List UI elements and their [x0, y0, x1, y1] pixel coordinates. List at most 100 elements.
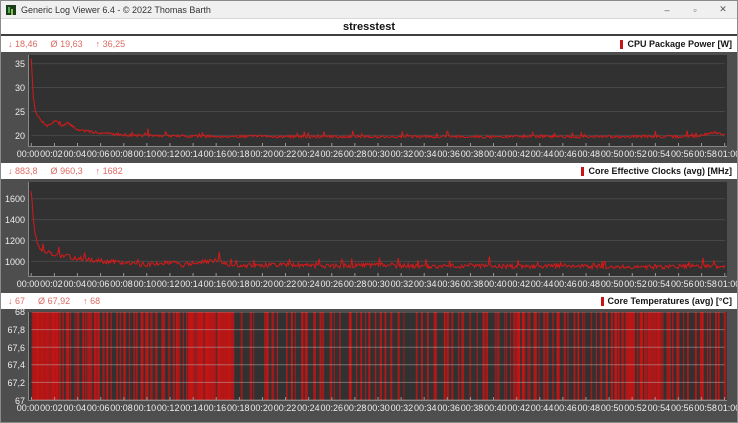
- x-axis-tick-label: 00:54: [648, 279, 671, 289]
- max-arrow-icon: ↑: [83, 296, 88, 306]
- x-axis-tick-label: 00:02: [40, 149, 63, 159]
- x-axis-tick-label: 00:12: [157, 149, 180, 159]
- stat-avg: Ø 960,3: [51, 166, 83, 176]
- series-color-swatch: [601, 297, 604, 306]
- x-axis-tick-label: 00:12: [157, 279, 180, 289]
- stats-strip-core-effective-clocks: ↓ 883,8 Ø 960,3 ↑ 1682 Core Effective Cl…: [1, 163, 737, 179]
- close-button[interactable]: ✕: [709, 1, 737, 18]
- x-axis-tick-label: 00:40: [484, 403, 507, 413]
- y-axis-tick-label: 67,4: [1, 360, 25, 370]
- stat-avg: Ø 19,63: [51, 39, 83, 49]
- x-axis-tick-label: 00:34: [414, 403, 437, 413]
- chart-core-effective-clocks[interactable]: 00:0000:0200:0400:0600:0800:1000:1200:14…: [1, 179, 737, 293]
- x-axis-tick-label: 00:24: [297, 403, 320, 413]
- x-axis-tick-label: 00:06: [87, 403, 110, 413]
- x-axis-tick-label: 00:04: [63, 279, 86, 289]
- plot-area[interactable]: [28, 55, 727, 147]
- chart-stats: ↓ 67 Ø 67,92 ↑ 68: [8, 296, 100, 306]
- x-axis-tick-label: 00:32: [391, 279, 414, 289]
- x-axis-tick-label: 00:38: [461, 279, 484, 289]
- min-arrow-icon: ↓: [8, 39, 13, 49]
- x-axis-tick-label: 00:46: [554, 149, 577, 159]
- chart-title: CPU Package Power [W]: [627, 39, 732, 49]
- x-axis-tick-label: 00:46: [554, 279, 577, 289]
- x-axis-tick-label: 00:08: [110, 279, 133, 289]
- stats-strip-core-temperatures: ↓ 67 Ø 67,92 ↑ 68 Core Temperatures (avg…: [1, 293, 737, 309]
- x-axis-tick-label: 00:02: [40, 403, 63, 413]
- x-axis-tick-label: 00:18: [227, 403, 250, 413]
- x-axis-tick-label: 01:00: [718, 403, 738, 413]
- x-axis-tick-label: 00:44: [531, 279, 554, 289]
- x-axis-tick-label: 00:26: [321, 279, 344, 289]
- x-axis-tick-label: 00:26: [321, 149, 344, 159]
- x-axis-tick-label: 00:22: [274, 149, 297, 159]
- x-axis-tick-label: 00:16: [204, 279, 227, 289]
- x-axis-tick-label: 00:14: [180, 279, 203, 289]
- x-axis-tick-label: 00:14: [180, 149, 203, 159]
- chart-stats: ↓ 18,46 Ø 19,63 ↑ 36,25: [8, 39, 125, 49]
- x-axis-tick-label: 00:18: [227, 149, 250, 159]
- stat-min: ↓ 18,46: [8, 39, 38, 49]
- x-axis-tick-label: 00:28: [344, 149, 367, 159]
- y-axis-tick-label: 1400: [1, 215, 25, 225]
- x-axis-tick-label: 00:18: [227, 279, 250, 289]
- x-axis-tick-label: 00:14: [180, 403, 203, 413]
- x-axis-tick-label: 00:42: [507, 149, 530, 159]
- x-axis-tick-label: 01:00: [718, 149, 738, 159]
- x-axis-tick-label: 00:50: [601, 149, 624, 159]
- y-axis-tick-label: 25: [1, 107, 25, 117]
- x-axis-tick-label: 00:30: [367, 279, 390, 289]
- x-axis-tick-label: 00:06: [87, 149, 110, 159]
- x-axis-tick-label: 00:50: [601, 403, 624, 413]
- minimize-button[interactable]: –: [653, 1, 681, 18]
- x-axis-tick-label: 00:22: [274, 279, 297, 289]
- app-logo-icon: [6, 5, 16, 15]
- stat-max: ↑ 1682: [96, 166, 123, 176]
- title-bar: Generic Log Viewer 6.4 - © 2022 Thomas B…: [1, 1, 737, 19]
- x-axis-tick-label: 00:40: [484, 279, 507, 289]
- x-axis-tick-label: 00:16: [204, 149, 227, 159]
- series-color-swatch: [581, 167, 584, 176]
- x-axis-tick-label: 00:10: [134, 403, 157, 413]
- x-axis-tick-label: 00:24: [297, 149, 320, 159]
- y-axis-tick-label: 67: [1, 396, 25, 406]
- chart-core-temperatures[interactable]: 00:0000:0200:0400:0600:0800:1000:1200:14…: [1, 309, 737, 423]
- x-axis-tick-label: 00:28: [344, 403, 367, 413]
- maximize-button[interactable]: ▫: [681, 1, 709, 18]
- x-axis-tick-label: 00:32: [391, 403, 414, 413]
- x-axis-tick-label: 00:00: [17, 149, 40, 159]
- x-axis-tick-label: 00:08: [110, 149, 133, 159]
- avg-icon: Ø: [51, 166, 58, 176]
- x-axis-tick-label: 00:36: [437, 149, 460, 159]
- plot-area[interactable]: [28, 182, 727, 277]
- chart-cpu-package-power[interactable]: 00:0000:0200:0400:0600:0800:1000:1200:14…: [1, 52, 737, 163]
- x-axis-tick-label: 00:36: [437, 279, 460, 289]
- x-axis-tick-label: 00:04: [63, 403, 86, 413]
- x-axis-tick-label: 00:02: [40, 279, 63, 289]
- x-axis-tick-label: 00:38: [461, 149, 484, 159]
- y-axis-tick-label: 67,2: [1, 378, 25, 388]
- min-arrow-icon: ↓: [8, 166, 13, 176]
- y-axis-tick-label: 20: [1, 131, 25, 141]
- x-axis-tick-label: 00:44: [531, 403, 554, 413]
- chart-legend: Core Effective Clocks (avg) [MHz]: [581, 166, 732, 176]
- x-axis-tick-label: 00:06: [87, 279, 110, 289]
- avg-icon: Ø: [51, 39, 58, 49]
- x-axis-tick-label: 00:20: [250, 403, 273, 413]
- x-axis-tick-label: 00:54: [648, 403, 671, 413]
- x-axis-tick-label: 00:32: [391, 149, 414, 159]
- window-controls: – ▫ ✕: [653, 1, 737, 18]
- x-axis-tick-label: 00:10: [134, 279, 157, 289]
- stat-max: ↑ 36,25: [96, 39, 126, 49]
- x-axis-tick-label: 00:44: [531, 149, 554, 159]
- plot-area[interactable]: [28, 312, 727, 401]
- chart-title: Core Effective Clocks (avg) [MHz]: [588, 166, 732, 176]
- stats-strip-cpu-package-power: ↓ 18,46 Ø 19,63 ↑ 36,25 CPU Package Powe…: [1, 36, 737, 52]
- min-arrow-icon: ↓: [8, 296, 13, 306]
- x-axis-tick-label: 00:52: [624, 279, 647, 289]
- y-axis-tick-label: 67,8: [1, 325, 25, 335]
- x-axis-tick-label: 00:20: [250, 149, 273, 159]
- max-arrow-icon: ↑: [96, 166, 101, 176]
- x-axis-tick-label: 00:08: [110, 403, 133, 413]
- x-axis-tick-label: 00:42: [507, 279, 530, 289]
